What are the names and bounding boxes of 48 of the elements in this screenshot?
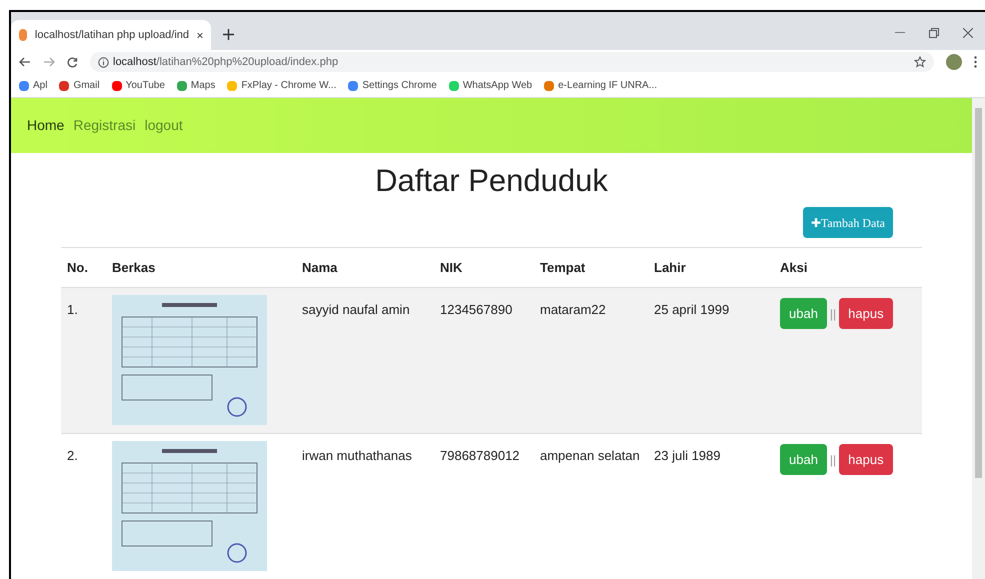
page-heading: Daftar Penduduk bbox=[374, 162, 609, 200]
bookmark-item[interactable]: YouTube bbox=[112, 78, 165, 93]
table-cell: 25 april 1999 bbox=[654, 302, 730, 317]
column-header: Tempat bbox=[540, 260, 586, 275]
table-cell: irwan muthathanas bbox=[302, 448, 412, 463]
bookmark-item[interactable]: WhatsApp Web bbox=[448, 78, 532, 93]
bookmark-item[interactable]: Gmail bbox=[59, 78, 100, 93]
delete-button[interactable]: hapus bbox=[839, 298, 893, 329]
column-header: Nama bbox=[302, 260, 338, 275]
table-cell: ampenan selatan bbox=[540, 448, 640, 463]
table-cell: 1234567890 bbox=[440, 302, 512, 317]
separator-text: || bbox=[830, 306, 836, 322]
app-icon bbox=[19, 29, 27, 41]
column-header: Lahir bbox=[654, 260, 686, 275]
separator-text: || bbox=[830, 452, 836, 468]
table-cell: 23 juli 1989 bbox=[654, 448, 720, 463]
column-header: Berkas bbox=[112, 260, 156, 275]
bookmark-item[interactable]: Apl bbox=[19, 78, 48, 93]
new-tab-icon[interactable] bbox=[223, 29, 234, 40]
table-cell: 1. bbox=[67, 302, 78, 317]
bookmark-item[interactable]: e-Learning IF UNRA... bbox=[544, 78, 658, 93]
browser-tab[interactable]: localhost/latihan php upload/ind bbox=[11, 20, 211, 50]
address-bar[interactable]: localhost/latihan%20php%20upload/index.php bbox=[90, 52, 934, 72]
back-icon[interactable] bbox=[19, 57, 31, 67]
table-cell: sayyid naufal amin bbox=[302, 302, 410, 317]
bookmark-item[interactable]: Settings Chrome bbox=[348, 78, 437, 93]
star-icon[interactable] bbox=[914, 56, 926, 68]
column-header: NIK bbox=[440, 260, 462, 275]
close-icon[interactable] bbox=[197, 30, 203, 40]
table-cell: 79868789012 bbox=[440, 448, 520, 463]
profile-avatar[interactable] bbox=[946, 54, 962, 70]
column-header: No. bbox=[67, 260, 88, 275]
nav-link[interactable]: Home bbox=[27, 115, 64, 136]
reload-icon[interactable] bbox=[67, 56, 78, 68]
bookmark-item[interactable]: Maps bbox=[176, 78, 216, 93]
table-cell: mataram22 bbox=[540, 302, 606, 317]
column-header: Aksi bbox=[780, 260, 808, 275]
scrollbar[interactable] bbox=[972, 98, 985, 579]
url-text: localhost/latihan%20php%20upload/index.php bbox=[113, 54, 338, 70]
close-window-icon[interactable] bbox=[963, 28, 973, 38]
tab-title: localhost/latihan php upload/ind bbox=[34, 28, 190, 43]
menu-icon[interactable] bbox=[974, 56, 977, 68]
maximize-icon[interactable] bbox=[929, 28, 939, 38]
delete-button[interactable]: hapus bbox=[839, 444, 893, 475]
minimize-icon[interactable] bbox=[895, 32, 905, 34]
table-cell: 2. bbox=[67, 448, 78, 463]
bookmark-item[interactable]: FxPlay - Chrome W... bbox=[227, 78, 336, 93]
info-icon bbox=[98, 56, 109, 68]
